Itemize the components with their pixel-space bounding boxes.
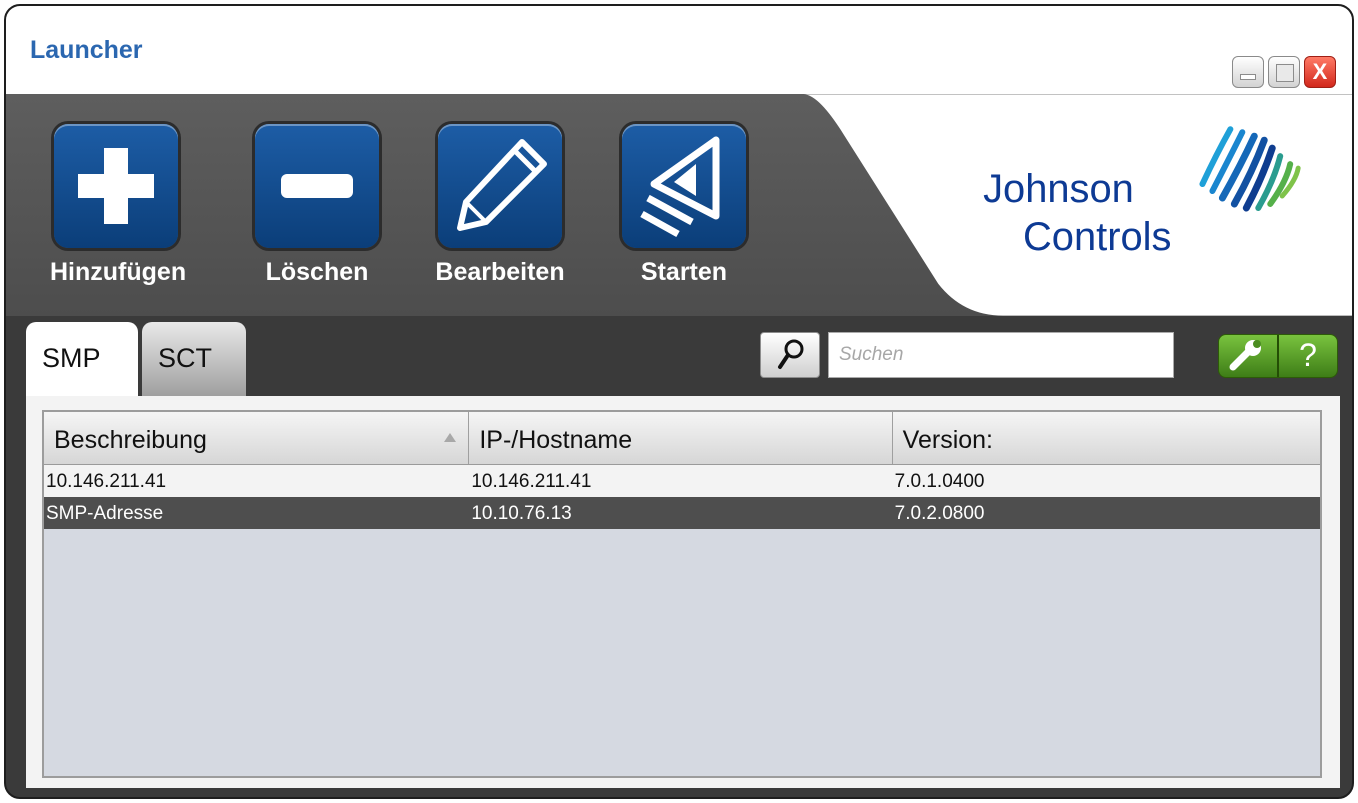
- delete-button[interactable]: Löschen: [251, 124, 383, 287]
- table-header: Beschreibung IP-/Hostname Version:: [44, 412, 1320, 465]
- start-button-label: Starten: [640, 258, 728, 286]
- edit-button[interactable]: Bearbeiten: [434, 124, 566, 287]
- row-hostname: 10.146.211.41: [471, 471, 592, 492]
- row-hostname: 10.10.76.13: [471, 503, 572, 524]
- row-version: 7.0.1.0400: [894, 471, 985, 492]
- close-icon: X: [1312, 59, 1328, 84]
- row-description: SMP-Adresse: [46, 503, 164, 524]
- search-icon: [778, 339, 804, 369]
- row-version: 7.0.2.0800: [894, 503, 985, 524]
- plus-icon: [54, 124, 178, 248]
- maximize-button[interactable]: [1268, 56, 1300, 88]
- tab-smp[interactable]: SMP: [26, 322, 138, 396]
- sort-ascending-icon: [444, 433, 457, 442]
- window-title: Launcher: [30, 36, 143, 64]
- settings-button[interactable]: [1219, 335, 1277, 377]
- help-button[interactable]: ?: [1277, 335, 1337, 377]
- row-description: 10.146.211.41: [46, 471, 167, 492]
- tab-sct[interactable]: SCT: [142, 322, 246, 396]
- search-button[interactable]: [760, 332, 820, 378]
- tab-content: Beschreibung IP-/Hostname Version: 10.14…: [26, 396, 1340, 788]
- add-button[interactable]: Hinzufügen: [50, 124, 187, 287]
- add-button-label: Hinzufügen: [50, 258, 187, 286]
- wrench-icon: [1229, 340, 1261, 371]
- close-button[interactable]: X: [1304, 56, 1336, 88]
- table-row[interactable]: 10.146.211.41 10.146.211.41 7.0.1.0400: [44, 465, 1320, 497]
- launcher-window: Launcher X Johnson Controls Hinzufügen L…: [4, 4, 1354, 799]
- launch-icon: [622, 124, 746, 248]
- window-controls: X: [1232, 56, 1336, 88]
- tab-bar: SMP SCT: [26, 322, 246, 396]
- start-button[interactable]: Starten: [618, 124, 750, 287]
- minimize-button[interactable]: [1232, 56, 1264, 88]
- title-bar: Launcher X: [6, 6, 1352, 94]
- search-input[interactable]: [828, 332, 1174, 378]
- column-header-hostname[interactable]: IP-/Hostname: [469, 412, 893, 464]
- edit-button-label: Bearbeiten: [435, 258, 565, 286]
- server-table: Beschreibung IP-/Hostname Version: 10.14…: [42, 410, 1322, 778]
- table-row-selected[interactable]: SMP-Adresse 10.10.76.13 7.0.2.0800: [44, 497, 1320, 529]
- minus-icon: [255, 124, 379, 248]
- column-header-version[interactable]: Version:: [893, 412, 1320, 464]
- settings-help-group: ?: [1218, 334, 1338, 378]
- pencil-icon: [438, 124, 562, 248]
- delete-button-label: Löschen: [265, 258, 369, 286]
- column-header-description[interactable]: Beschreibung: [44, 412, 470, 464]
